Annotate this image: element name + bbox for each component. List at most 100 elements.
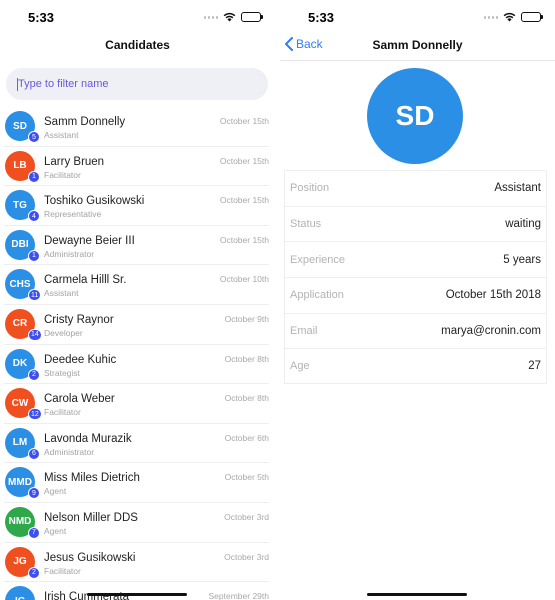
- detail-row-position: Position Assistant: [284, 170, 547, 206]
- candidate-name: Cristy Raynor: [44, 313, 114, 326]
- candidate-date: October 9th: [224, 313, 269, 324]
- candidate-date: October 5th: [224, 472, 269, 483]
- candidate-date: October 15th: [219, 234, 269, 245]
- list-item[interactable]: ICIrish CummerataSeptember 29th: [4, 582, 269, 600]
- search-field[interactable]: [6, 68, 268, 100]
- candidate-date: October 8th: [224, 393, 269, 404]
- count-badge: 7: [28, 526, 40, 539]
- count-badge: 2: [28, 566, 40, 579]
- count-badge: 5: [28, 131, 40, 143]
- candidate-name: Carola Weber: [44, 393, 115, 406]
- detail-value: 27: [528, 360, 541, 373]
- candidate-name: Carmela Hilll Sr.: [44, 274, 127, 287]
- detail-value: 5 years: [503, 253, 541, 266]
- signal-icon: [204, 15, 218, 19]
- list-item[interactable]: LB 1 Larry Bruen Facilitator October 15th: [4, 147, 269, 187]
- search-input[interactable]: [6, 68, 268, 100]
- list-item[interactable]: CR 14 Cristy Raynor Developer October 9th: [4, 305, 269, 345]
- candidate-name: Toshiko Gusikowski: [44, 195, 145, 208]
- detail-label: Age: [290, 360, 310, 373]
- avatar: IC: [5, 586, 35, 600]
- candidate-role: Administrator: [44, 248, 95, 259]
- count-badge: 9: [28, 487, 40, 500]
- detail-label: Position: [290, 182, 330, 195]
- detail-label: Experience: [290, 253, 346, 266]
- list-item[interactable]: DK 2 Deedee Kuhic Strategist October 8th: [4, 345, 269, 385]
- candidates-screen: 5:33 Candidates SD5Samm DonnellyAssistan…: [0, 0, 275, 600]
- list-item[interactable]: DBI 1 Dewayne Beier III Administrator Octobe…: [4, 226, 269, 266]
- page-title: Samm Donnelly: [372, 38, 463, 52]
- count-badge: 14: [28, 328, 42, 341]
- wifi-icon: [503, 12, 516, 22]
- candidate-role: Facilitator: [44, 407, 81, 418]
- detail-value: waiting: [505, 218, 541, 231]
- candidate-role: Agent: [44, 486, 67, 497]
- detail-row-email: Email marya@cronin.com: [284, 312, 547, 349]
- count-badge: 2: [28, 368, 40, 381]
- detail-value: October 15th 2018: [445, 289, 541, 302]
- wifi-icon: [223, 12, 236, 22]
- detail-row-status: Status waiting: [284, 205, 547, 242]
- candidate-name: Jesus Gusikowski: [44, 551, 136, 564]
- list-item[interactable]: SD 5 Samm Donnelly Assistant October 15th: [4, 107, 269, 147]
- candidate-date: October 6th: [224, 432, 269, 443]
- candidate-list: SD 5 Samm Donnelly Assistant October 15th LB 1…: [0, 107, 275, 600]
- status-bar: 5:33: [0, 0, 275, 34]
- detail-value: marya@cronin.com: [441, 325, 541, 338]
- candidate-date: September 29th: [208, 591, 269, 600]
- count-badge: 12: [28, 408, 42, 421]
- candidate-role: Strategist: [44, 367, 80, 378]
- list-item[interactable]: MMD 9 Miss Miles Dietrich Agent October 5th: [4, 463, 269, 503]
- candidate-date: October 15th: [219, 155, 269, 166]
- detail-value: Assistant: [494, 182, 541, 195]
- page-title: Candidates: [105, 38, 170, 52]
- candidate-date: October 8th: [224, 353, 269, 364]
- status-bar: 5:33: [280, 0, 555, 34]
- candidate-date: October 3rd: [224, 511, 269, 522]
- avatar: SD: [367, 68, 463, 164]
- status-time: 5:33: [28, 10, 55, 25]
- detail-label: Status: [290, 218, 322, 231]
- candidate-name: Miss Miles Dietrich: [44, 472, 140, 485]
- detail-row-age: Age 27: [284, 348, 547, 385]
- text-caret: [17, 78, 18, 91]
- candidate-role: Assistant: [44, 130, 79, 140]
- candidate-date: October 3rd: [224, 551, 269, 562]
- signal-icon: [484, 15, 498, 19]
- candidate-detail-screen: 5:33 Back Samm Donnelly SD Position Assis…: [280, 0, 555, 600]
- list-item[interactable]: TG 4 Toshiko Gusikowski Representative Octob…: [4, 186, 269, 226]
- count-badge: 6: [28, 447, 40, 460]
- candidate-name: Larry Bruen: [44, 155, 105, 168]
- candidate-name: Dewayne Beier III: [44, 234, 135, 247]
- candidate-role: Facilitator: [44, 565, 81, 576]
- battery-icon: [241, 12, 263, 22]
- home-indicator: [87, 593, 187, 596]
- count-badge: 11: [28, 289, 42, 302]
- candidate-name: Samm Donnelly: [44, 116, 126, 128]
- candidate-date: October 15th: [219, 116, 269, 126]
- battery-icon: [521, 12, 543, 22]
- status-icons: [204, 12, 263, 22]
- list-item[interactable]: LM 6 Lavonda Murazik Administrator October 6…: [4, 424, 269, 464]
- candidate-name: Lavonda Murazik: [44, 432, 132, 445]
- status-icons: [484, 12, 543, 22]
- candidate-name: Nelson Miller DDS: [44, 511, 138, 524]
- candidate-role: Administrator: [44, 446, 95, 457]
- candidate-role: Representative: [44, 209, 102, 220]
- detail-row-experience: Experience 5 years: [284, 241, 547, 278]
- count-badge: 1: [28, 170, 40, 183]
- detail-label: Application: [290, 289, 344, 302]
- list-item[interactable]: JG 2 Jesus Gusikowski Facilitator October 3r…: [4, 543, 269, 583]
- candidate-date: October 10th: [219, 274, 269, 285]
- nav-divider: [280, 60, 555, 61]
- candidate-role: Facilitator: [44, 169, 81, 180]
- list-item[interactable]: CHS 11 Carmela Hilll Sr. Assistant October 1…: [4, 265, 269, 305]
- detail-list: Position Assistant Status waiting Experience…: [284, 170, 547, 385]
- list-item[interactable]: CW 12 Carola Weber Facilitator October 8th: [4, 384, 269, 424]
- candidate-date: October 15th: [219, 195, 269, 206]
- detail-label: Email: [290, 325, 318, 338]
- home-indicator: [367, 593, 467, 596]
- candidate-role: Assistant: [44, 288, 79, 299]
- list-item[interactable]: NMD 7 Nelson Miller DDS Agent October 3rd: [4, 503, 269, 543]
- candidate-role: Developer: [44, 327, 83, 338]
